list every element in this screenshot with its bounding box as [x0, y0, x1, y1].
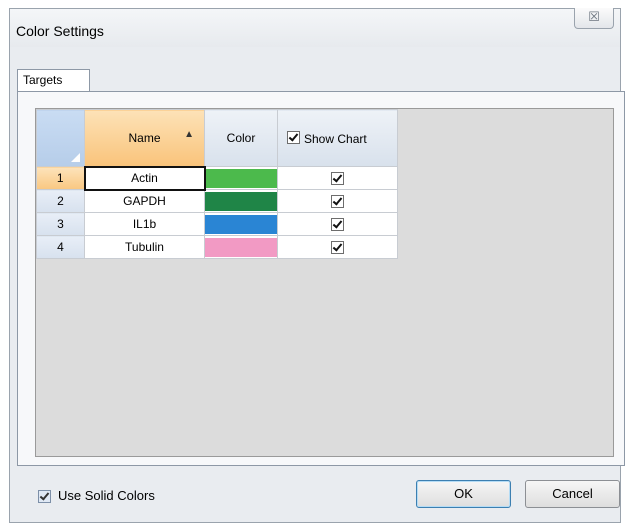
- sort-ascending-icon: ▲: [184, 129, 194, 140]
- targets-grid: Name ▲ Color Show Chart 1 Actin 2 GAPDH …: [36, 109, 398, 259]
- color-cell[interactable]: [204, 235, 278, 259]
- target-name-cell[interactable]: Actin: [83, 165, 206, 191]
- show-chart-checkbox[interactable]: [331, 241, 344, 255]
- show-chart-cell: [277, 212, 398, 236]
- target-name-cell[interactable]: IL1b: [84, 212, 205, 236]
- column-name-label: Name: [128, 130, 161, 145]
- color-swatch[interactable]: [205, 191, 277, 211]
- show-chart-all-checkbox[interactable]: [287, 130, 300, 144]
- cancel-button[interactable]: Cancel: [525, 480, 620, 508]
- use-solid-colors-checkbox[interactable]: [38, 490, 51, 503]
- target-name-cell[interactable]: Tubulin: [84, 235, 205, 259]
- tab-targets[interactable]: Targets: [17, 69, 90, 91]
- row-number[interactable]: 3: [36, 212, 85, 236]
- target-name-cell[interactable]: GAPDH: [84, 189, 205, 213]
- color-swatch[interactable]: [205, 237, 277, 257]
- ok-button[interactable]: OK: [416, 480, 511, 508]
- table-row[interactable]: 3 IL1b: [36, 212, 398, 236]
- use-solid-colors-label[interactable]: Use Solid Colors: [58, 488, 155, 503]
- row-number[interactable]: 4: [36, 235, 85, 259]
- checkmark-icon: [39, 490, 50, 501]
- select-all-corner[interactable]: [36, 109, 85, 167]
- table-row[interactable]: 2 GAPDH: [36, 189, 398, 213]
- color-cell[interactable]: [204, 189, 278, 213]
- show-chart-cell: [277, 235, 398, 259]
- row-number[interactable]: 1: [36, 166, 85, 190]
- column-header-color[interactable]: Color: [204, 109, 278, 167]
- checkmark-icon: [332, 195, 343, 206]
- row-number[interactable]: 2: [36, 189, 85, 213]
- show-chart-checkbox[interactable]: [331, 195, 344, 209]
- color-swatch[interactable]: [205, 214, 277, 234]
- show-chart-checkbox[interactable]: [331, 218, 344, 232]
- column-header-show-chart[interactable]: Show Chart: [277, 109, 398, 167]
- show-chart-cell: [277, 166, 398, 190]
- table-row[interactable]: 1 Actin: [36, 165, 398, 191]
- column-show-chart-label: Show Chart: [304, 131, 367, 146]
- close-icon[interactable]: ☒: [574, 8, 614, 29]
- color-cell[interactable]: [204, 166, 278, 190]
- window-title: Color Settings: [16, 23, 104, 39]
- show-chart-cell: [277, 189, 398, 213]
- column-header-name[interactable]: Name ▲: [84, 109, 205, 167]
- color-swatch[interactable]: [205, 168, 277, 188]
- checkmark-icon: [332, 218, 343, 229]
- column-color-label: Color: [226, 131, 256, 145]
- table-row[interactable]: 4 Tubulin: [36, 235, 398, 259]
- color-cell[interactable]: [204, 212, 278, 236]
- title-bar: Color Settings ☒: [10, 8, 620, 47]
- checkmark-icon: [332, 172, 343, 183]
- checkmark-icon: [332, 241, 343, 252]
- checkmark-icon: [288, 130, 299, 142]
- select-all-icon: [71, 153, 80, 162]
- show-chart-checkbox[interactable]: [331, 172, 344, 186]
